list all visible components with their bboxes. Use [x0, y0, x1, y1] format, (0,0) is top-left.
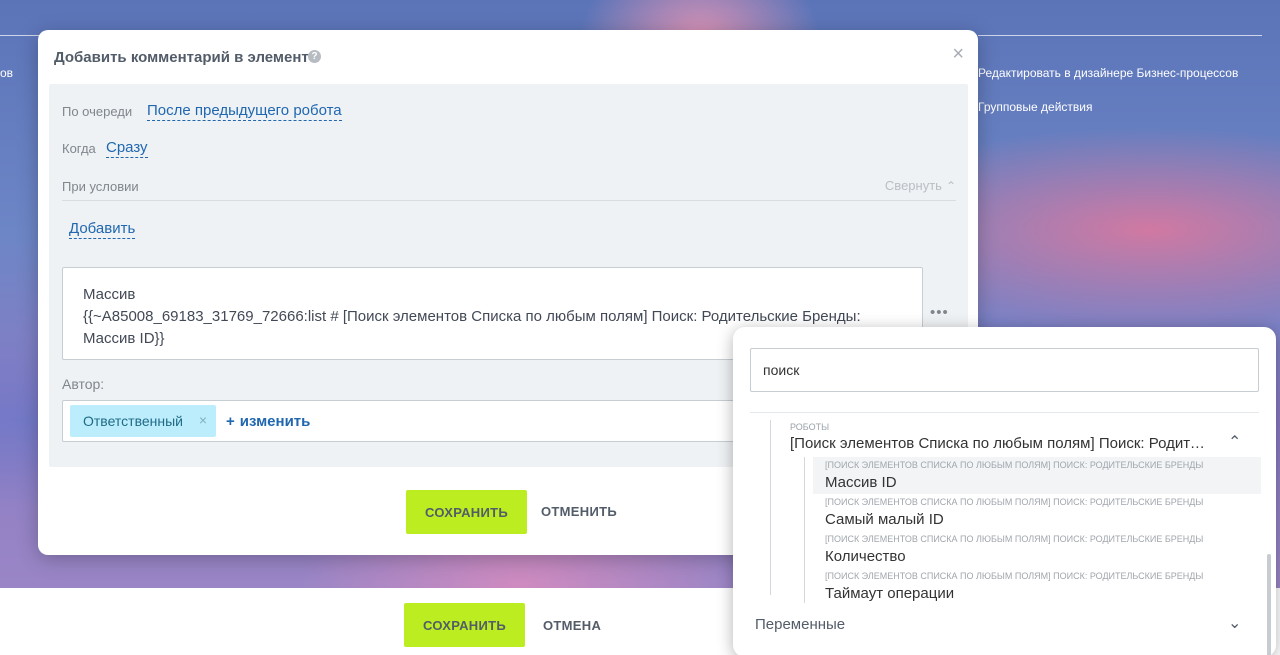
- background-text-fragment: ов: [0, 66, 14, 80]
- more-options-icon[interactable]: •••: [930, 304, 949, 321]
- chevron-up-icon: ⌃: [945, 179, 956, 193]
- dialog-cancel-button[interactable]: ОТМЕНИТЬ: [541, 504, 617, 519]
- when-label: Когда: [62, 141, 96, 156]
- change-author-label: изменить: [239, 413, 311, 430]
- item-label: Самый малый ID: [825, 511, 944, 528]
- add-condition-link[interactable]: Добавить: [69, 220, 136, 239]
- condition-label: При условии: [62, 179, 139, 194]
- item-label: Массив ID: [825, 474, 897, 491]
- list-item[interactable]: [ПОИСК ЭЛЕМЕНТОВ СПИСКА ПО ЛЮБЫМ ПОЛЯМ] …: [813, 568, 1261, 605]
- group-actions-link[interactable]: Групповые действия: [978, 100, 1093, 114]
- item-source-label: [ПОИСК ЭЛЕМЕНТОВ СПИСКА ПО ЛЮБЫМ ПОЛЯМ] …: [825, 571, 1204, 581]
- help-icon[interactable]: ?: [308, 50, 321, 63]
- list-item[interactable]: [ПОИСК ЭЛЕМЕНТОВ СПИСКА ПО ЛЮБЫМ ПОЛЯМ] …: [813, 457, 1261, 494]
- collapse-label: Свернуть: [884, 178, 942, 193]
- item-source-label: [ПОИСК ЭЛЕМЕНТОВ СПИСКА ПО ЛЮБЫМ ПОЛЯМ] …: [825, 497, 1204, 507]
- list-item[interactable]: [ПОИСК ЭЛЕМЕНТОВ СПИСКА ПО ЛЮБЫМ ПОЛЯМ] …: [813, 531, 1261, 568]
- variables-section[interactable]: Переменные: [755, 616, 845, 633]
- queue-value-link[interactable]: После предыдущего робота: [147, 102, 342, 121]
- group-name[interactable]: [Поиск элементов Списка по любым полям] …: [790, 435, 1210, 452]
- background-divider: [0, 35, 40, 36]
- bp-designer-link[interactable]: Редактировать в дизайнере Бизнес-процесс…: [978, 66, 1238, 80]
- text-line: {{~A85008_69183_31769_72666:list # [Поис…: [83, 308, 861, 325]
- close-icon[interactable]: ×: [952, 44, 964, 64]
- item-label: Количество: [825, 548, 906, 565]
- text-line: Массив: [83, 286, 136, 303]
- field-picker-popup: РОБОТЫ [Поиск элементов Списка по любым …: [733, 327, 1276, 655]
- search-input[interactable]: [750, 348, 1259, 392]
- group-category-label: РОБОТЫ: [790, 422, 830, 432]
- queue-label: По очереди: [62, 104, 133, 119]
- author-tag: Ответственный ×: [70, 405, 216, 437]
- author-label: Автор:: [62, 376, 105, 392]
- change-author-link[interactable]: + изменить: [226, 413, 310, 430]
- scrollbar[interactable]: [1267, 554, 1271, 655]
- author-tag-label: Ответственный: [83, 413, 183, 429]
- divider: [62, 200, 956, 201]
- chevron-up-icon[interactable]: ⌃: [1228, 432, 1241, 452]
- tree-guide-line: [804, 457, 805, 603]
- remove-tag-icon[interactable]: ×: [199, 412, 207, 428]
- page-cancel-button[interactable]: ОТМЕНА: [543, 618, 601, 633]
- plus-icon: +: [226, 413, 235, 430]
- chevron-down-icon[interactable]: ⌄: [1228, 613, 1241, 633]
- page-save-button[interactable]: СОХРАНИТЬ: [404, 603, 525, 647]
- dialog-save-button[interactable]: СОХРАНИТЬ: [406, 490, 527, 534]
- when-value-link[interactable]: Сразу: [106, 139, 148, 158]
- collapse-toggle[interactable]: Свернуть ⌃: [885, 178, 956, 193]
- divider: [750, 412, 1259, 413]
- background-divider: [978, 35, 1262, 36]
- tree-guide-line: [770, 420, 771, 595]
- dialog-title: Добавить комментарий в элемент: [54, 49, 309, 66]
- item-source-label: [ПОИСК ЭЛЕМЕНТОВ СПИСКА ПО ЛЮБЫМ ПОЛЯМ] …: [825, 460, 1204, 470]
- item-source-label: [ПОИСК ЭЛЕМЕНТОВ СПИСКА ПО ЛЮБЫМ ПОЛЯМ] …: [825, 534, 1204, 544]
- list-item[interactable]: [ПОИСК ЭЛЕМЕНТОВ СПИСКА ПО ЛЮБЫМ ПОЛЯМ] …: [813, 494, 1261, 531]
- item-label: Таймаут операции: [825, 585, 955, 602]
